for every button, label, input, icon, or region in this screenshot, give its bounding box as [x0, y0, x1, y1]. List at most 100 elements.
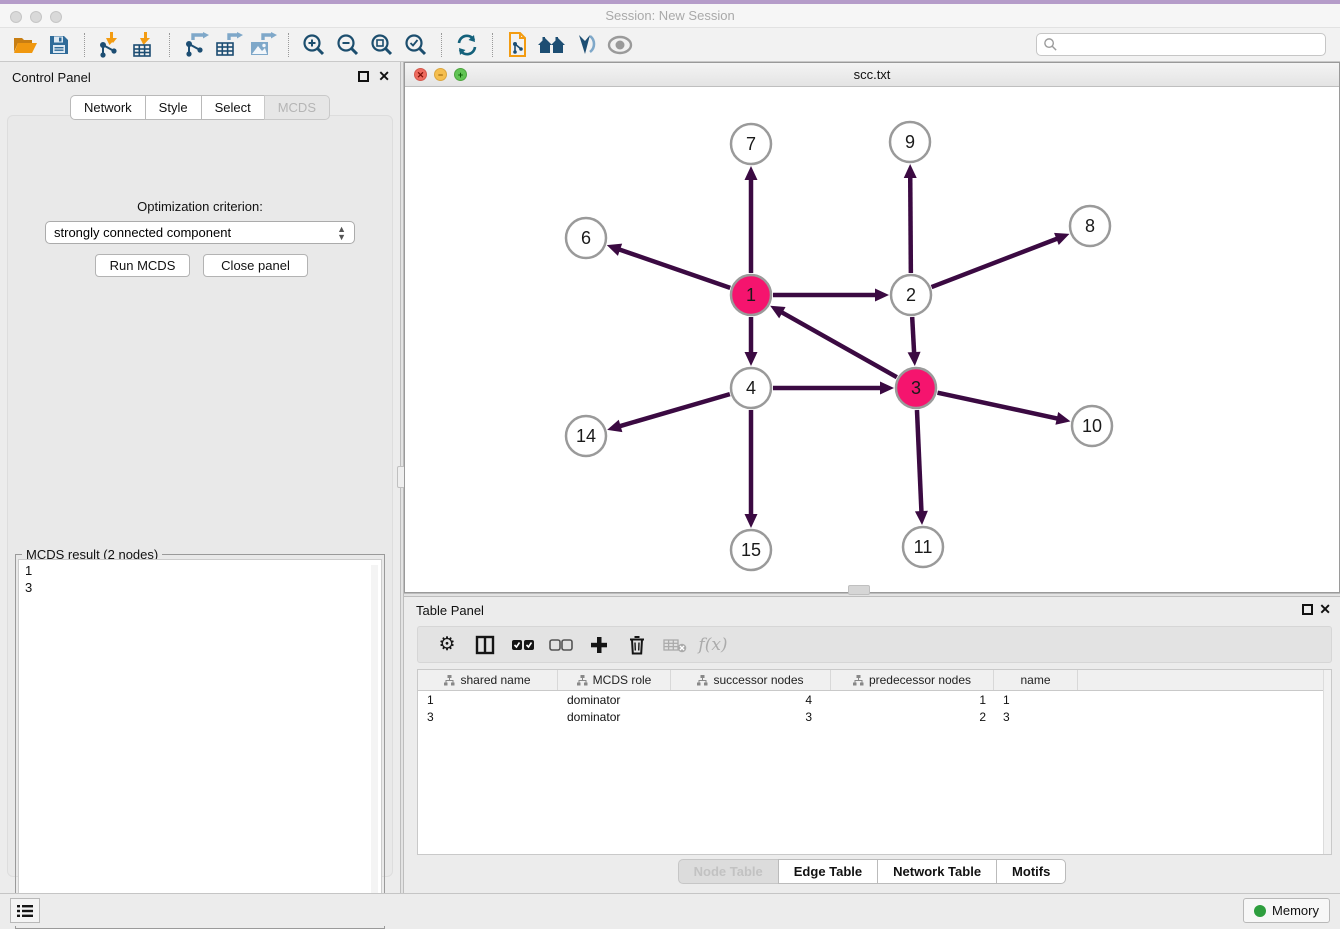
close-table-panel-icon[interactable]: ✕ — [1319, 601, 1331, 618]
tab-edge-table[interactable]: Edge Table — [778, 859, 877, 884]
deselect-all-icon[interactable] — [542, 630, 580, 660]
cell-successor-nodes[interactable]: 4 — [671, 691, 831, 708]
graph-arrowhead-3-11 — [915, 511, 928, 525]
tab-motifs[interactable]: Motifs — [996, 859, 1066, 884]
open-session-icon[interactable] — [8, 31, 42, 59]
graph-arrowhead-1-4 — [745, 352, 758, 366]
show-hide-icon[interactable] — [603, 31, 637, 59]
network-from-selection-icon[interactable] — [501, 31, 535, 59]
cell-predecessor-nodes[interactable]: 2 — [831, 708, 994, 725]
cell-predecessor-nodes[interactable]: 1 — [831, 691, 994, 708]
graph-edge-2-3[interactable] — [912, 317, 914, 355]
columns-icon[interactable] — [466, 630, 504, 660]
toolbar-separator — [492, 33, 493, 57]
cell-shared-name[interactable]: 3 — [418, 708, 558, 725]
export-network-icon[interactable] — [178, 31, 212, 59]
tab-style[interactable]: Style — [145, 95, 201, 120]
graph-node-label-3: 3 — [911, 378, 921, 398]
run-mcds-button[interactable]: Run MCDS — [95, 254, 190, 277]
search-icon — [1043, 37, 1058, 52]
tab-network-table[interactable]: Network Table — [877, 859, 996, 884]
horizontal-split-grabber[interactable] — [848, 585, 870, 595]
mcds-result-text[interactable]: 1 3 — [18, 559, 382, 926]
result-scrollbar[interactable] — [371, 565, 378, 922]
zoom-out-icon[interactable] — [331, 31, 365, 59]
column-header-mcds-role[interactable]: MCDS role — [558, 670, 671, 690]
node-table[interactable]: shared name MCDS role successor nodes pr… — [417, 669, 1332, 855]
graph-arrowhead-4-3 — [880, 382, 894, 395]
app-title: Session: New Session — [0, 8, 1340, 23]
table-panel-title: Table Panel — [416, 603, 484, 618]
toolbar-separator — [84, 33, 85, 57]
table-row[interactable]: 1 dominator 4 1 1 — [418, 691, 1331, 708]
search-input[interactable] — [1058, 38, 1319, 52]
apply-style-icon[interactable] — [569, 31, 603, 59]
graph-edge-2-9[interactable] — [910, 175, 911, 273]
result-line: 3 — [25, 579, 375, 596]
column-header-predecessor-nodes[interactable]: predecessor nodes — [831, 670, 994, 690]
list-icon — [17, 904, 33, 918]
zoom-in-icon[interactable] — [297, 31, 331, 59]
save-session-icon[interactable] — [42, 31, 76, 59]
graph-edge-3-1[interactable] — [780, 311, 897, 377]
delete-icon[interactable] — [618, 630, 656, 660]
graph-edge-3-11[interactable] — [917, 410, 922, 514]
function-builder-icon[interactable]: f(x) — [694, 630, 732, 660]
mcds-panel-body: Optimization criterion: strongly connect… — [7, 115, 393, 877]
table-scrollbar[interactable] — [1323, 670, 1331, 854]
zoom-selected-icon[interactable] — [399, 31, 433, 59]
toolbar-separator — [169, 33, 170, 57]
table-panel: Table Panel ✕ ⚙ f(x) shared name MCDS ro… — [404, 597, 1340, 893]
float-panel-icon[interactable] — [358, 71, 369, 82]
first-neighbors-icon[interactable] — [535, 31, 569, 59]
search-field[interactable] — [1036, 33, 1326, 56]
graph-node-label-2: 2 — [906, 285, 916, 305]
graph-edge-4-14[interactable] — [618, 394, 730, 427]
import-table-icon[interactable] — [127, 31, 161, 59]
settings-icon[interactable]: ⚙ — [428, 630, 466, 660]
network-window-titlebar[interactable]: ✕ − + scc.txt — [405, 63, 1339, 87]
column-header-successor-nodes[interactable]: successor nodes — [671, 670, 831, 690]
delete-table-icon[interactable] — [656, 630, 694, 660]
tab-mcds[interactable]: MCDS — [264, 95, 330, 120]
graph-edge-1-6[interactable] — [617, 249, 730, 288]
cell-mcds-role[interactable]: dominator — [558, 691, 671, 708]
graph-node-label-9: 9 — [905, 132, 915, 152]
column-header-name[interactable]: name — [994, 670, 1078, 690]
graph-arrowhead-2-3 — [908, 352, 921, 366]
table-row[interactable]: 3 dominator 3 2 3 — [418, 708, 1331, 725]
optimization-criterion-select[interactable]: strongly connected component ▲▼ — [45, 221, 355, 244]
cell-mcds-role[interactable]: dominator — [558, 708, 671, 725]
graph-arrowhead-4-15 — [745, 514, 758, 528]
app-titlebar: Session: New Session — [0, 4, 1340, 28]
graph-edge-3-10[interactable] — [938, 393, 1060, 419]
select-all-icon[interactable] — [504, 630, 542, 660]
tab-node-table[interactable]: Node Table — [678, 859, 778, 884]
export-image-icon[interactable] — [246, 31, 280, 59]
network-window-title: scc.txt — [405, 67, 1339, 82]
memory-button[interactable]: Memory — [1243, 898, 1330, 923]
cell-name[interactable]: 3 — [994, 708, 1078, 725]
cell-successor-nodes[interactable]: 3 — [671, 708, 831, 725]
import-network-icon[interactable] — [93, 31, 127, 59]
close-panel-button[interactable]: Close panel — [203, 254, 308, 277]
close-panel-icon[interactable]: ✕ — [378, 68, 390, 85]
cell-name[interactable]: 1 — [994, 691, 1078, 708]
graph-edge-2-8[interactable] — [932, 238, 1060, 287]
network-canvas[interactable]: 7968124314101511 — [406, 87, 1338, 592]
export-table-icon[interactable] — [212, 31, 246, 59]
add-icon[interactable] — [580, 630, 618, 660]
tab-select[interactable]: Select — [201, 95, 264, 120]
float-table-panel-icon[interactable] — [1302, 604, 1313, 615]
column-header-shared-name[interactable]: shared name — [418, 670, 558, 690]
graph-node-label-10: 10 — [1082, 416, 1102, 436]
task-history-button[interactable] — [10, 898, 40, 923]
zoom-fit-icon[interactable] — [365, 31, 399, 59]
refresh-icon[interactable] — [450, 31, 484, 59]
table-toolbar: ⚙ f(x) — [417, 626, 1332, 663]
cell-shared-name[interactable]: 1 — [418, 691, 558, 708]
tab-network[interactable]: Network — [70, 95, 145, 120]
graph-arrowhead-1-2 — [875, 289, 889, 302]
graph-node-label-1: 1 — [746, 285, 756, 305]
memory-status-icon — [1254, 905, 1266, 917]
